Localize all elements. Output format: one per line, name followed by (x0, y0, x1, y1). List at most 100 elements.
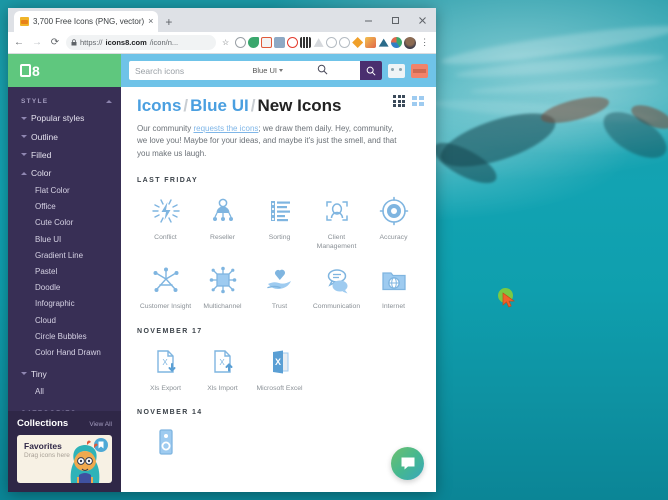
extension-icon[interactable] (378, 38, 389, 47)
search-magnifier-icon (317, 62, 328, 80)
grid-small-view-toggle[interactable] (393, 95, 405, 107)
flag-icon[interactable] (411, 63, 428, 78)
grid-large-view-toggle[interactable] (412, 96, 424, 106)
search-filter-label: Blue UI (252, 66, 277, 75)
extension-icon[interactable] (365, 37, 377, 48)
collections-panel: Collections View All Favorites Drag icon… (8, 411, 121, 492)
search-style-filter[interactable]: Blue UI (252, 66, 317, 75)
sidebar-subitem-circle-bubbles[interactable]: Circle Bubbles (8, 328, 121, 344)
sidebar-scroll: STYLE Popular styles Outline Filled Colo… (8, 87, 121, 411)
sidebar-item-filled[interactable]: Filled (8, 146, 121, 164)
sidebar-subitem-all[interactable]: All (8, 383, 121, 399)
icon-card-reseller[interactable]: Reseller (194, 194, 251, 251)
file-export-icon: X (149, 345, 183, 379)
extension-icon[interactable] (235, 37, 247, 48)
extension-icon[interactable] (248, 37, 260, 48)
icon-label: Internet (381, 303, 406, 311)
close-window-button[interactable] (409, 8, 436, 32)
icon-card-switch[interactable] (137, 426, 194, 465)
request-icons-link[interactable]: requests the icons (193, 124, 258, 133)
sidebar-section-style[interactable]: STYLE (8, 93, 121, 109)
sidebar-subitem-office[interactable]: Office (8, 199, 121, 215)
sidebar-subitem-gradient-line[interactable]: Gradient Line (8, 247, 121, 263)
icon-card-customer-insight[interactable]: Customer Insight (137, 263, 194, 311)
extension-icon[interactable] (352, 37, 364, 48)
back-icon[interactable]: ← (12, 36, 26, 50)
icon-card-communication[interactable]: Communication (308, 263, 365, 311)
extension-icon[interactable] (274, 37, 286, 48)
url-path: /icon/n... (149, 38, 179, 47)
sidebar-subitem-cute-color[interactable]: Cute Color (8, 215, 121, 231)
favorites-illustration (70, 440, 100, 483)
window-controls (355, 8, 436, 32)
icon-label: Reseller (210, 234, 235, 242)
extension-icon[interactable] (300, 37, 312, 48)
collections-view-all-link[interactable]: View All (89, 421, 112, 428)
close-tab-icon[interactable]: × (148, 17, 153, 26)
sidebar-item-tiny[interactable]: Tiny (8, 365, 121, 383)
browser-window: 3,700 Free Icons (PNG, vector) × + ← → ⟳… (8, 8, 436, 492)
breadcrumb-icons-link[interactable]: Icons (137, 96, 181, 115)
breadcrumb-separator: / (183, 96, 189, 115)
icon-card-microsoft-excel[interactable]: X Microsoft Excel (251, 345, 308, 393)
chevron-down-icon (21, 135, 27, 139)
icon-card-internet[interactable]: Internet (365, 263, 422, 311)
extension-icon[interactable] (339, 37, 351, 48)
browser-menu-icon[interactable]: ⋮ (420, 38, 429, 47)
logo-mark-icon: 8 (20, 64, 40, 78)
svg-text:X: X (274, 357, 280, 367)
favorites-collection-card[interactable]: Favorites Drag icons here (17, 435, 112, 483)
url-host: icons8.com (105, 38, 147, 47)
minimize-button[interactable] (355, 8, 382, 32)
sidebar-item-label: Color (31, 168, 52, 179)
icon-label: Communication (312, 303, 361, 311)
site-header-right: Search icons Blue UI (121, 54, 436, 87)
sidebar-item-popular-styles[interactable]: Popular styles (8, 109, 121, 127)
icon-card-multichannel[interactable]: Multichannel (194, 263, 251, 311)
sidebar-subitem-color-hand-drawn[interactable]: Color Hand Drawn (8, 344, 121, 360)
sidebar-subitem-infographic[interactable]: Infographic (8, 296, 121, 312)
main-content: Icons / Blue UI / New Icons Our community re… (121, 87, 436, 492)
sidebar-item-color[interactable]: Color (8, 164, 121, 182)
icon-card-sorting[interactable]: Sorting (251, 194, 308, 251)
icon-card-conflict[interactable]: Conflict (137, 194, 194, 251)
icon-card-xls-export[interactable]: X Xls Export (137, 345, 194, 393)
forward-icon[interactable]: → (30, 36, 44, 50)
lightning-burst-icon (149, 194, 183, 228)
breadcrumb-blue-ui-link[interactable]: Blue UI (190, 96, 249, 115)
sidebar-subitem-doodle[interactable]: Doodle (8, 280, 121, 296)
tab-title: 3,700 Free Icons (PNG, vector) (33, 17, 145, 26)
icon-card-xls-import[interactable]: X Xls Import (194, 345, 251, 393)
extension-icon[interactable] (326, 37, 338, 48)
sidebar-item-outline[interactable]: Outline (8, 127, 121, 145)
browser-tab-strip: 3,700 Free Icons (PNG, vector) × + (8, 8, 436, 32)
webpage-content: 8 Search icons Blue UI STYLE Popular sty… (8, 54, 436, 492)
address-bar[interactable]: https://icons8.com/icon/n... (66, 35, 216, 50)
browser-toolbar: ← → ⟳ https://icons8.com/icon/n... ☆ ⋮ (8, 32, 436, 54)
maximize-button[interactable] (382, 8, 409, 32)
user-face-icon[interactable] (388, 63, 405, 78)
sidebar-subitem-pastel[interactable]: Pastel (8, 263, 121, 279)
search-submit-button[interactable] (360, 61, 382, 80)
search-input[interactable]: Search icons (135, 66, 252, 76)
bookmark-star-icon[interactable]: ☆ (222, 38, 229, 47)
new-tab-button[interactable]: + (165, 15, 172, 32)
icon-card-accuracy[interactable]: Accuracy (365, 194, 422, 251)
icons8-logo[interactable]: 8 (8, 54, 121, 87)
sidebar-subitem-cloud[interactable]: Cloud (8, 312, 121, 328)
icon-card-trust[interactable]: Trust (251, 263, 308, 311)
tab-favicon-icon (20, 17, 29, 26)
icon-card-client-management[interactable]: Client Management (308, 194, 365, 251)
sidebar-subitem-flat-color[interactable]: Flat Color (8, 183, 121, 199)
profile-avatar[interactable] (404, 36, 417, 49)
extension-icon[interactable] (261, 37, 273, 48)
browser-tab[interactable]: 3,700 Free Icons (PNG, vector) × (14, 11, 159, 32)
reload-icon[interactable]: ⟳ (48, 36, 62, 50)
extension-icon[interactable] (391, 37, 403, 48)
chat-fab-button[interactable] (391, 447, 424, 480)
sidebar-subitem-blue-ui[interactable]: Blue UI (8, 231, 121, 247)
icon-grid-november-14 (137, 426, 422, 465)
search-box[interactable]: Search icons Blue UI (129, 61, 382, 80)
extension-icon[interactable] (287, 37, 299, 48)
extension-icon[interactable] (313, 38, 324, 47)
